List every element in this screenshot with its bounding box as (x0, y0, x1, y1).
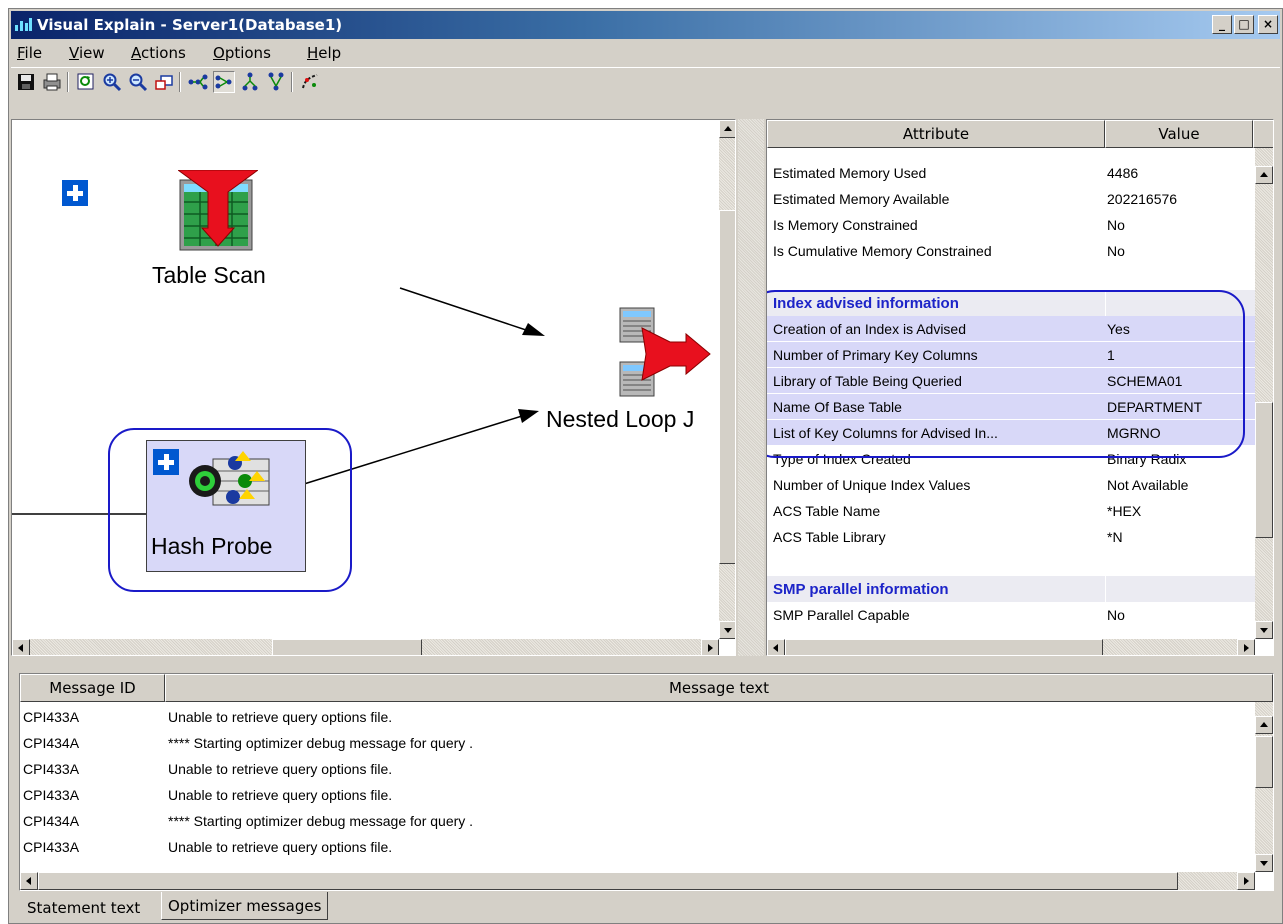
highlight-icon[interactable] (299, 71, 321, 93)
window-title: Visual Explain - Server1(Database1) (37, 16, 343, 34)
tab-optimizer-messages[interactable]: Optimizer messages (161, 892, 329, 920)
layout-horizontal-compact-icon[interactable] (213, 71, 235, 93)
attribute-row[interactable]: Number of Unique Index Values Not Availab… (767, 472, 1255, 498)
menu-file[interactable]: File (17, 44, 42, 62)
layout-vertical-icon[interactable] (239, 71, 261, 93)
message-row[interactable]: CPI434A **** Starting optimizer debug mes… (20, 808, 1252, 834)
scroll-down-button[interactable] (1255, 854, 1273, 872)
scroll-thumb[interactable] (1255, 736, 1273, 788)
message-row[interactable]: CPI434A **** Starting optimizer debug mes… (20, 730, 1252, 756)
scroll-thumb[interactable] (719, 210, 735, 564)
hash-probe-node[interactable]: Hash Probe (146, 440, 306, 572)
menu-bar: File View Actions Options Help (11, 41, 1280, 65)
graph-horizontal-scrollbar[interactable] (12, 639, 719, 655)
vertical-splitter[interactable] (738, 119, 764, 656)
app-icon (15, 17, 33, 33)
message-row[interactable]: CPI433A Unable to retrieve query options … (20, 782, 1252, 808)
attribute-row[interactable]: Library of Table Being Queried SCHEMA01 (767, 368, 1255, 394)
message-row[interactable]: CPI433A Unable to retrieve query options … (20, 704, 1252, 730)
scroll-up-button[interactable] (719, 120, 735, 138)
scroll-thumb[interactable] (272, 639, 422, 655)
attribute-row-blank (767, 264, 1255, 290)
attribute-row[interactable]: Name Of Base Table DEPARTMENT (767, 394, 1255, 420)
scroll-left-button[interactable] (767, 639, 785, 655)
horizontal-splitter[interactable] (11, 658, 1274, 668)
attribute-row-blank (767, 550, 1255, 576)
layout-vertical-compact-icon[interactable] (265, 71, 287, 93)
layout-horizontal-icon[interactable] (187, 71, 209, 93)
scroll-down-button[interactable] (719, 621, 735, 639)
nested-loop-label: Nested Loop J (546, 406, 695, 432)
attribute-vertical-scrollbar[interactable] (1255, 148, 1273, 639)
attribute-horizontal-scrollbar[interactable] (767, 639, 1255, 655)
scroll-left-button[interactable] (20, 872, 38, 890)
maximize-button[interactable]: □ (1234, 15, 1254, 34)
visual-explain-window: Visual Explain - Server1(Database1) _ □ … (8, 8, 1283, 924)
scroll-up-button[interactable] (1255, 716, 1273, 734)
nested-loop-join-icon[interactable] (612, 306, 712, 398)
attribute-row[interactable]: SMP Parallel Capable No (767, 602, 1255, 628)
graph-vertical-scrollbar[interactable] (719, 120, 735, 639)
message-row[interactable]: CPI433A Unable to retrieve query options … (20, 756, 1252, 782)
hash-probe-label: Hash Probe (151, 533, 273, 559)
print-icon[interactable] (41, 71, 63, 93)
scroll-right-button[interactable] (701, 639, 719, 655)
header-corner (1253, 120, 1273, 148)
attribute-row[interactable]: ACS Table Library *N (767, 524, 1255, 550)
menu-actions[interactable]: Actions (131, 44, 186, 62)
messages-horizontal-scrollbar[interactable] (20, 872, 1255, 890)
fit-icon[interactable] (153, 71, 175, 93)
save-icon[interactable] (15, 71, 37, 93)
scroll-thumb[interactable] (38, 872, 1178, 890)
attribute-row[interactable]: Estimated Memory Available 202216576 (767, 186, 1255, 212)
menu-options[interactable]: Options (213, 44, 271, 62)
scroll-right-button[interactable] (1237, 639, 1255, 655)
minimize-button[interactable]: _ (1212, 15, 1232, 34)
query-graph-pane: Table Scan Nested Loop J Hash Probe (11, 119, 736, 656)
refresh-icon[interactable] (75, 71, 97, 93)
attribute-row[interactable]: Estimated Memory Used 4486 (767, 160, 1255, 186)
messages-vertical-scrollbar[interactable] (1255, 702, 1273, 872)
attribute-column-header[interactable]: Attribute (767, 120, 1105, 148)
attribute-row[interactable]: Type of Index Created Binary Radix (767, 446, 1255, 472)
close-button[interactable]: × (1258, 15, 1278, 34)
scroll-right-button[interactable] (1237, 872, 1255, 890)
message-row[interactable]: CPI433A Unable to retrieve query options … (20, 834, 1252, 860)
attribute-row[interactable]: List of Key Columns for Advised In... MGR… (767, 420, 1255, 446)
zoom-in-icon[interactable] (101, 71, 123, 93)
attribute-row[interactable]: ACS Table Name *HEX (767, 498, 1255, 524)
scroll-thumb[interactable] (785, 639, 1103, 655)
hash-probe-icon (189, 451, 270, 506)
attribute-row[interactable]: Creation of an Index is Advised Yes (767, 316, 1255, 342)
attribute-pane: Attribute Value Estimated Memory Used 448… (766, 119, 1274, 656)
value-column-header[interactable]: Value (1105, 120, 1253, 148)
attribute-row[interactable]: Is Memory Constrained No (767, 212, 1255, 238)
toolbar (11, 67, 1280, 95)
scroll-up-button[interactable] (1255, 166, 1273, 184)
title-bar[interactable]: Visual Explain - Server1(Database1) _ □ … (11, 11, 1280, 39)
zoom-out-icon[interactable] (127, 71, 149, 93)
attribute-row[interactable]: Number of Primary Key Columns 1 (767, 342, 1255, 368)
scroll-left-button[interactable] (12, 639, 30, 655)
scroll-thumb[interactable] (1255, 402, 1273, 538)
optimizer-messages-pane: Message ID Message text CPI433A Unable to… (19, 673, 1274, 891)
message-id-column-header[interactable]: Message ID (20, 674, 165, 702)
attribute-row[interactable]: Is Cumulative Memory Constrained No (767, 238, 1255, 264)
section-header-index-advised[interactable]: Index advised information (767, 290, 1255, 316)
tab-statement-text[interactable]: Statement text (21, 894, 147, 922)
scroll-down-button[interactable] (1255, 621, 1273, 639)
menu-help[interactable]: Help (307, 44, 341, 62)
menu-view[interactable]: View (69, 44, 105, 62)
expand-node-icon[interactable] (153, 449, 179, 475)
message-text-column-header[interactable]: Message text (165, 674, 1273, 702)
section-header-smp-parallel[interactable]: SMP parallel information (767, 576, 1255, 602)
